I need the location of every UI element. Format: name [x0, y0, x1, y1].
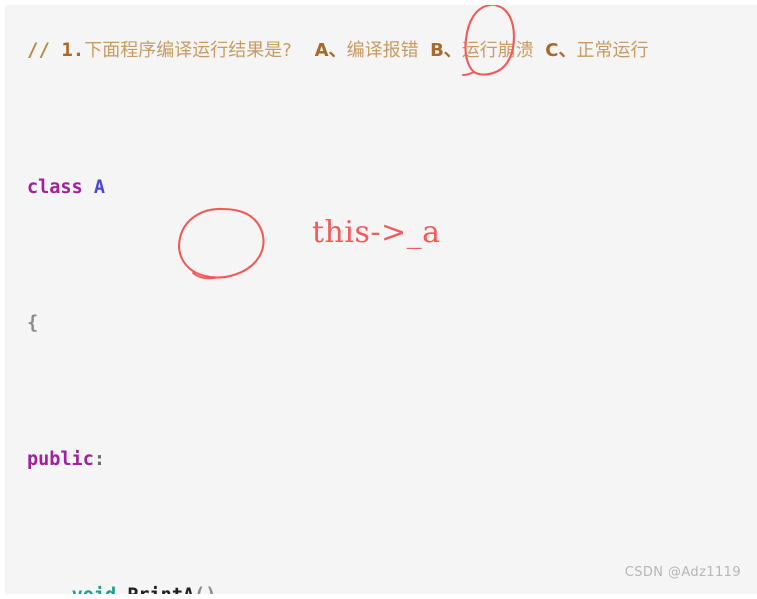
- spacer-3: [534, 40, 545, 61]
- screenshot-root: // 1.下面程序编译运行结果是? A、编译报错 B、运行崩溃 C、正常运行 c…: [0, 0, 757, 599]
- sp: [83, 177, 94, 198]
- comment-slashes: //: [27, 39, 62, 61]
- indent-4: [27, 585, 72, 594]
- kw-class: class: [27, 177, 83, 198]
- sp: [116, 585, 127, 594]
- spacer-2: [419, 40, 430, 61]
- fn-printa-decl: PrintA: [127, 585, 194, 594]
- question-comment-line: // 1.下面程序编译运行结果是? A、编译报错 B、运行崩溃 C、正常运行: [27, 38, 648, 63]
- parens-printa-decl: (): [194, 585, 216, 594]
- code-line-2: {: [27, 307, 283, 341]
- option-b-text: 运行崩溃: [461, 40, 534, 61]
- question-number: 1.: [61, 39, 85, 61]
- watermark-csdn: CSDN @Adz1119: [624, 565, 741, 580]
- question-text: 下面程序编译运行结果是?: [84, 40, 292, 61]
- kw-public: public: [27, 449, 94, 470]
- colon-public: :: [93, 449, 105, 470]
- class-name-a: A: [93, 177, 105, 198]
- source-code: class A { public: void PrintA() { cout<<…: [27, 69, 283, 594]
- option-c-letter: C、: [545, 40, 577, 61]
- code-line-3: public:: [27, 443, 283, 477]
- type-void: void: [72, 585, 117, 594]
- option-a-text: 编译报错: [346, 40, 419, 61]
- annotation-this-pointer: this->_a: [312, 215, 441, 250]
- code-block-panel: // 1.下面程序编译运行结果是? A、编译报错 B、运行崩溃 C、正常运行 c…: [5, 5, 757, 594]
- option-a-letter: A、: [314, 40, 347, 61]
- code-line-1: class A: [27, 171, 283, 205]
- open-brace-class: {: [27, 313, 39, 334]
- option-b-letter: B、: [430, 40, 462, 61]
- code-line-4: void PrintA(): [27, 579, 283, 594]
- option-c-text: 正常运行: [576, 40, 649, 61]
- spacer-1: [292, 40, 315, 61]
